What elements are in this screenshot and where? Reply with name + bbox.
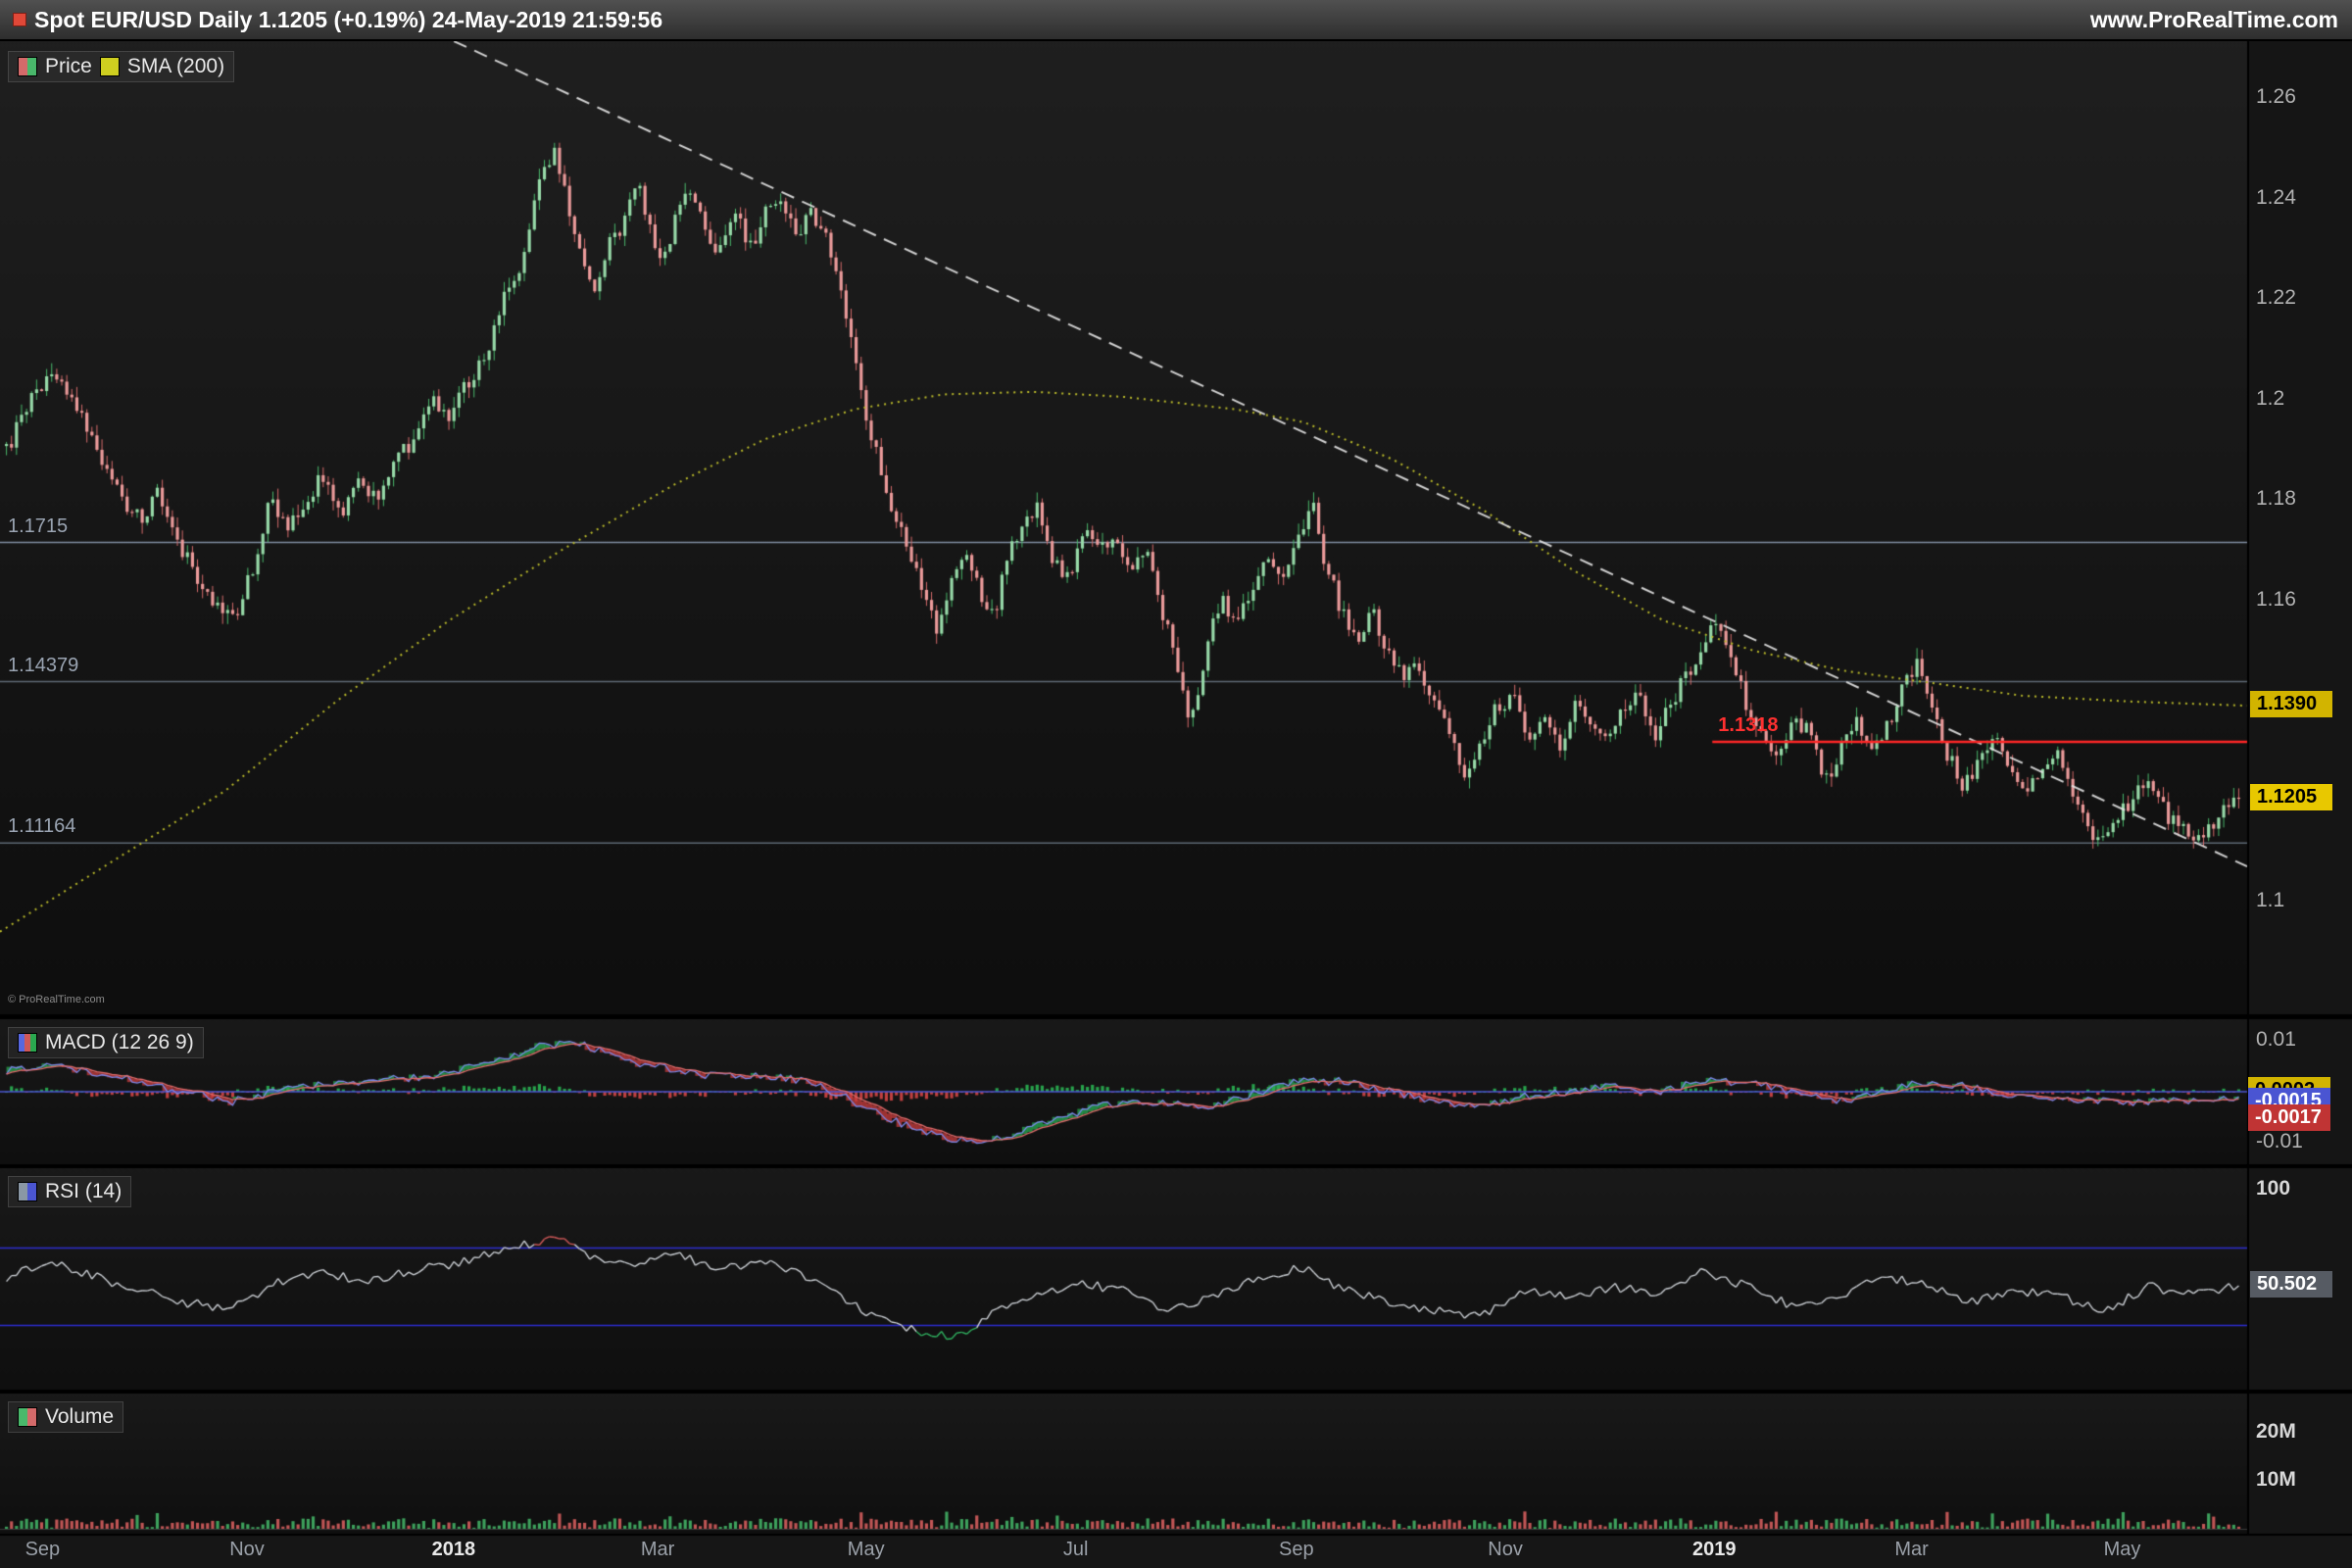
rsi-icon [18, 1182, 37, 1201]
volume-legend-label: Volume [45, 1405, 114, 1429]
rsi-legend[interactable]: RSI (14) [8, 1176, 131, 1207]
macd-legend-label: MACD (12 26 9) [45, 1031, 194, 1054]
chart-canvas[interactable] [0, 0, 2352, 1568]
macd-legend[interactable]: MACD (12 26 9) [8, 1027, 204, 1058]
price-legend[interactable]: Price SMA (200) [8, 51, 234, 82]
app-icon [14, 14, 25, 25]
price-icon [18, 57, 37, 76]
site-link[interactable]: www.ProRealTime.com [2090, 7, 2338, 33]
macd-icon [18, 1033, 37, 1053]
trading-chart-window: 1.261.241.221.21.181.161.11.13901.12051.… [0, 0, 2352, 1568]
sma-legend-label: SMA (200) [127, 55, 224, 78]
volume-legend[interactable]: Volume [8, 1401, 123, 1433]
instrument-title: Spot EUR/USD Daily 1.1205 (+0.19%) 24-Ma… [34, 7, 662, 33]
price-legend-label: Price [45, 55, 92, 78]
title-bar: Spot EUR/USD Daily 1.1205 (+0.19%) 24-Ma… [0, 0, 2352, 41]
copyright-text: © ProRealTime.com [8, 994, 105, 1005]
sma-icon [100, 57, 120, 76]
volume-icon [18, 1407, 37, 1427]
rsi-legend-label: RSI (14) [45, 1180, 122, 1203]
